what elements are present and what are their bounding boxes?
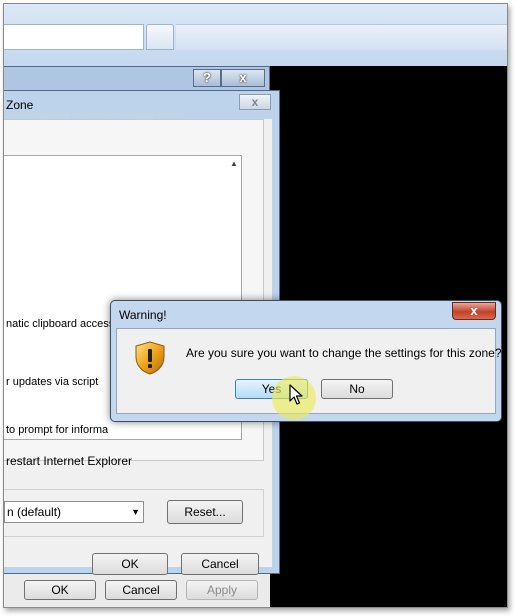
- mouse-cursor-icon: [289, 384, 303, 405]
- restart-note: restart Internet Explorer: [6, 454, 133, 468]
- reset-level-select[interactable]: n (default) ▼: [4, 501, 144, 523]
- options-close-button[interactable]: x: [221, 69, 265, 87]
- setting-item-status-updates[interactable]: r updates via script: [6, 376, 98, 388]
- options-cancel-button[interactable]: Cancel: [105, 580, 177, 600]
- reset-button[interactable]: Reset...: [167, 500, 243, 524]
- options-ok-button[interactable]: OK: [24, 580, 96, 600]
- options-apply-button: Apply: [186, 580, 258, 600]
- security-dialog-title: Zone: [6, 98, 34, 112]
- horizontal-scrollbar[interactable]: [4, 437, 242, 441]
- screenshot-frame: ? x OK Cancel Apply Zone x General Secur…: [3, 3, 508, 608]
- setting-item-prompt[interactable]: to prompt for informa: [6, 424, 108, 436]
- new-tab-button[interactable]: [146, 24, 174, 50]
- options-caption-buttons: ? x: [193, 69, 265, 87]
- warning-message: Are you sure you want to change the sett…: [186, 346, 502, 360]
- warning-close-button[interactable]: x: [452, 302, 496, 320]
- options-button-bar: OK Cancel Apply: [4, 572, 270, 607]
- shield-warning-icon: [135, 341, 165, 375]
- scroll-up-icon[interactable]: ▲: [228, 157, 240, 171]
- help-button[interactable]: ?: [193, 69, 221, 87]
- security-ok-button[interactable]: OK: [92, 553, 168, 575]
- browser-tab-strip: [176, 24, 507, 50]
- security-close-button[interactable]: x: [239, 94, 271, 110]
- security-cancel-button[interactable]: Cancel: [181, 553, 259, 575]
- warning-title: Warning!: [119, 308, 167, 322]
- no-button[interactable]: No: [321, 379, 393, 399]
- browser-tab[interactable]: [4, 24, 144, 50]
- chevron-down-icon: ▼: [131, 507, 140, 517]
- browser-toolbar: [4, 4, 507, 66]
- reset-level-value: n (default): [7, 505, 62, 519]
- setting-item-clipboard[interactable]: natic clipboard access: [6, 318, 114, 330]
